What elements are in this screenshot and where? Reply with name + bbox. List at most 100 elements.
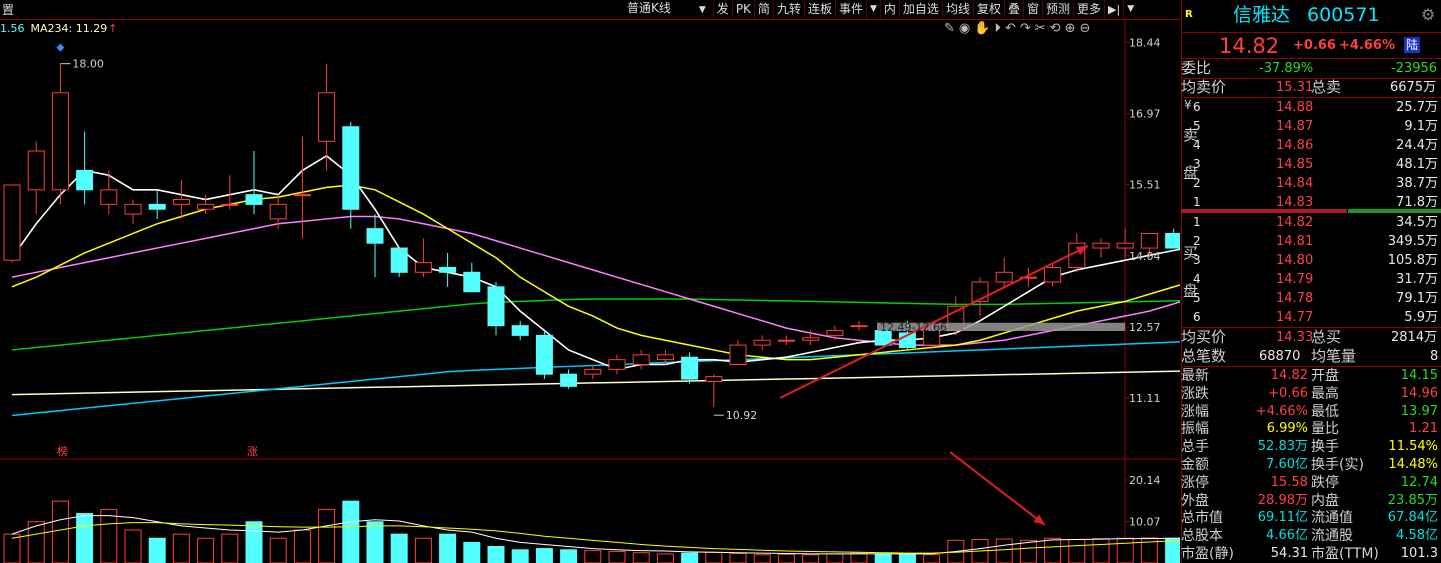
market-tag: 陆 xyxy=(1404,37,1421,53)
volume-bar xyxy=(923,554,941,563)
stock-header: R 信雅达 600571 ⚙ xyxy=(1181,2,1441,28)
stats-row: 振幅 6.99% 量比 1.21 xyxy=(1181,420,1441,438)
candlesticks xyxy=(3,63,1180,408)
volume-bar xyxy=(850,552,868,563)
candle xyxy=(318,63,336,171)
candle-body xyxy=(729,344,747,365)
candle-body xyxy=(439,266,457,273)
deals-row: 总笔数 68870 均笔量 8 xyxy=(1181,347,1441,366)
toolbar-item[interactable]: 发 xyxy=(712,0,732,19)
volume-bar xyxy=(390,533,408,563)
candle-body xyxy=(463,271,481,293)
toolbar-item[interactable]: 简 xyxy=(753,0,773,19)
toolbar-item[interactable]: 连板 xyxy=(803,0,835,19)
bid-volume: 79.1万 xyxy=(1396,291,1438,306)
candle-body xyxy=(995,271,1013,283)
price-change-pct: +4.66% xyxy=(1339,38,1395,53)
candle-body xyxy=(1140,232,1158,249)
volume-bar xyxy=(76,513,94,563)
chevron-down-icon[interactable]: ▼ xyxy=(865,0,880,19)
volume-arrow xyxy=(949,451,1046,526)
bid-level: 3 xyxy=(1193,253,1201,267)
candle-body xyxy=(414,262,432,273)
ask-volume: 25.7万 xyxy=(1396,100,1438,115)
stat-label: 市盈(TTM) xyxy=(1311,546,1379,562)
toolbar-item[interactable]: 叠 xyxy=(1003,0,1023,19)
kline-type-select[interactable]: 普通K线 ▼ xyxy=(616,0,713,20)
candle xyxy=(27,141,45,215)
redo-icon[interactable]: ↷ xyxy=(1020,21,1031,36)
bid-level: 5 xyxy=(1193,291,1201,305)
volume-bar xyxy=(1044,537,1062,563)
toolbar-item[interactable]: 内 xyxy=(879,0,899,19)
toolbar-item[interactable]: PK xyxy=(731,0,754,19)
stat-label: 换手 xyxy=(1311,439,1339,456)
stats-row: 总手 52.83万 换手 11.54% xyxy=(1181,438,1441,456)
ask-row: 2 14.84 38.7万 xyxy=(1181,174,1441,193)
chevron-down-icon[interactable]: ▼ xyxy=(1123,0,1137,19)
avg-sell-row: 均卖价 15.31 总卖 6675万 xyxy=(1181,78,1441,97)
candle-body xyxy=(656,354,674,361)
scissors-icon[interactable]: ✂ xyxy=(1035,21,1046,36)
zoom-in-icon[interactable]: ⊕ xyxy=(1065,21,1076,36)
chart-toolbar: 置 普通K线 ▼ 发 PK 简 九转 连板 事件 ▼ 内 加自选 均线 复权 叠 … xyxy=(0,0,1180,20)
settings-icon[interactable]: ⚙ xyxy=(1421,2,1435,28)
play-icon[interactable]: ⏵ xyxy=(994,21,1001,36)
toolbar-left-fragment: 置 xyxy=(2,3,15,17)
stats-row: 涨幅 +4.66% 最低 13.97 xyxy=(1181,403,1441,421)
toolbar-item[interactable]: 预测 xyxy=(1042,0,1073,19)
candle xyxy=(51,63,69,205)
toolbar-item[interactable]: 复权 xyxy=(972,0,1004,19)
toolbar-item[interactable]: 窗 xyxy=(1022,0,1042,19)
volume-bar xyxy=(898,553,916,563)
candle-body xyxy=(681,356,699,380)
volume-bar xyxy=(1116,537,1134,563)
eye-icon[interactable]: ◉ xyxy=(959,21,970,36)
candle-body xyxy=(560,373,578,387)
candle xyxy=(487,282,505,336)
undo-icon[interactable]: ↶ xyxy=(1005,21,1016,36)
bid-price: 14.81 xyxy=(1276,234,1314,249)
candle xyxy=(511,320,529,341)
volume-bar xyxy=(995,538,1013,563)
candle-body xyxy=(221,203,239,206)
candle-body xyxy=(826,330,844,336)
collapse-panel-icon[interactable]: ▶| xyxy=(1104,0,1123,19)
toolbar-item[interactable]: 均线 xyxy=(941,0,973,19)
volume-bar xyxy=(366,521,384,563)
avg-buy-row: 均买价 14.33 总买 2814万 xyxy=(1181,328,1441,347)
candle xyxy=(535,330,553,380)
candle-body xyxy=(172,199,190,205)
stat-label: 振幅 xyxy=(1181,421,1209,438)
reset-icon[interactable]: ⟲ xyxy=(1050,21,1061,36)
bid-row: 6 14.77 5.9万 xyxy=(1181,308,1441,327)
ma234-value: MA234: 11.29 xyxy=(30,21,108,35)
stat-value: 4.66亿 xyxy=(1266,528,1308,544)
bid-price: 14.82 xyxy=(1276,215,1314,230)
kline-chart[interactable]: 18.44 16.97 15.51 14.04 12.57 11.11 20.14 10.07… xyxy=(0,0,1180,563)
chevron-down-icon: ▼ xyxy=(698,5,706,15)
toolbar-item[interactable]: 九转 xyxy=(772,0,804,19)
zoom-out-icon[interactable]: ⊖ xyxy=(1079,21,1090,36)
candle xyxy=(584,364,602,380)
candle-body xyxy=(632,354,650,365)
stat-value: 11.54% xyxy=(1388,439,1438,455)
candle-body xyxy=(608,359,626,370)
stat-value: 101.3 xyxy=(1400,546,1438,561)
candle xyxy=(245,151,263,215)
volume-bar xyxy=(608,550,626,563)
hand-icon[interactable]: ✋ xyxy=(974,21,990,36)
stat-label: 总市值 xyxy=(1181,510,1223,527)
toolbar-item[interactable]: 更多 xyxy=(1073,0,1104,19)
avg-buy-value: 14.33 xyxy=(1276,330,1314,345)
pen-icon[interactable]: ✎ xyxy=(944,21,955,36)
stat-label: 最低 xyxy=(1311,403,1339,420)
total-sell-label: 总卖 xyxy=(1311,78,1342,96)
price-tick-label: 11.11 xyxy=(1129,392,1161,405)
price-tick-label: 14.04 xyxy=(1129,250,1161,263)
candle xyxy=(1165,228,1180,249)
toolbar-item[interactable]: 事件 xyxy=(834,0,866,19)
ask-price: 14.86 xyxy=(1276,138,1314,153)
toolbar-item[interactable]: 加自选 xyxy=(898,0,942,19)
candle xyxy=(221,175,239,210)
